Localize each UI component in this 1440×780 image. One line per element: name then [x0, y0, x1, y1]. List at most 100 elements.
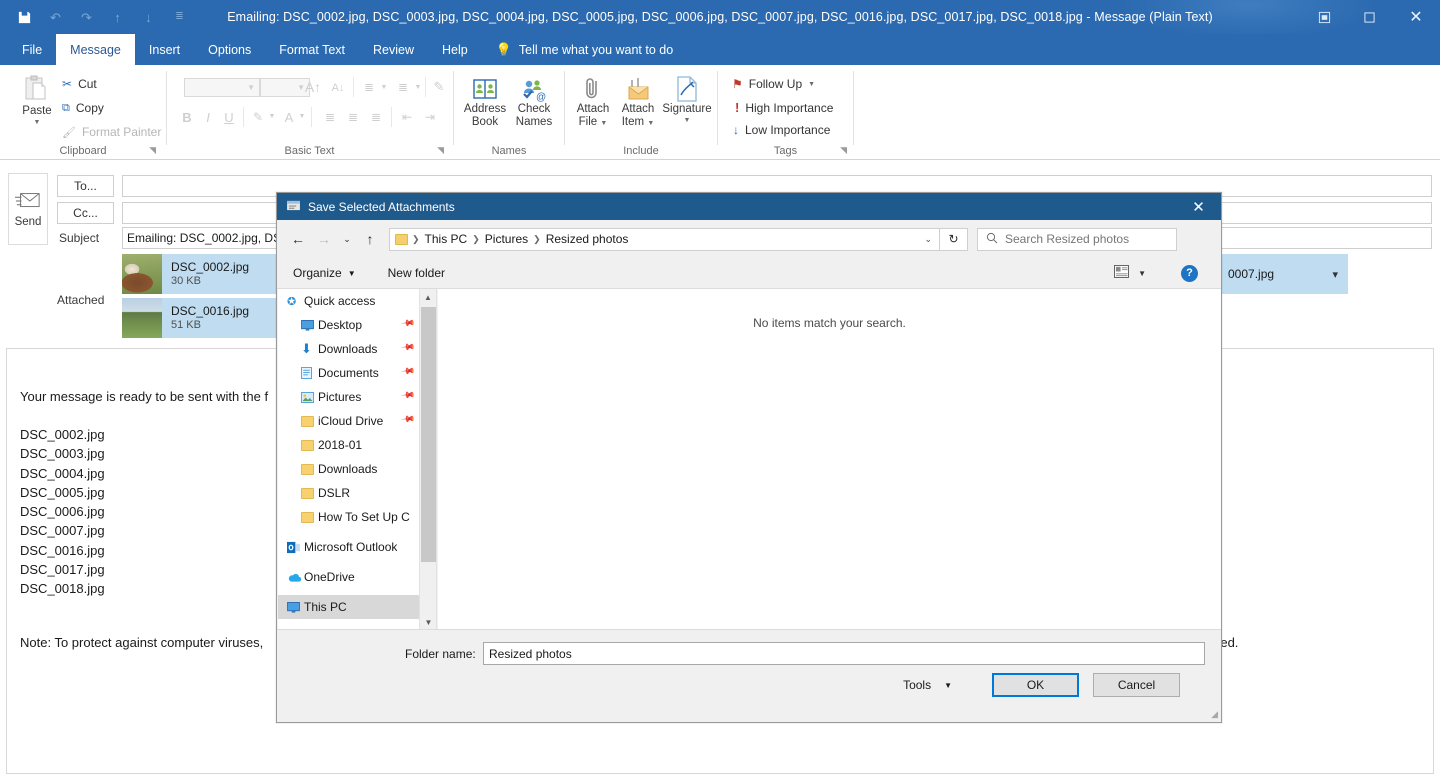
tab-file[interactable]: File [8, 34, 56, 65]
new-folder-button[interactable]: New folder [388, 266, 445, 280]
chevron-down-icon[interactable]: ▼ [647, 120, 654, 127]
chevron-down-icon[interactable]: ▼ [600, 120, 607, 127]
tab-message[interactable]: Message [56, 34, 135, 65]
tab-options[interactable]: Options [194, 34, 265, 65]
tab-insert[interactable]: Insert [135, 34, 194, 65]
close-button[interactable]: ✕ [1392, 0, 1440, 34]
cut-button[interactable]: ✂ Cut [62, 77, 97, 91]
copy-button[interactable]: ⧉ Copy [62, 101, 104, 115]
shrink-font-icon[interactable]: A↓ [327, 79, 349, 97]
scroll-up-icon[interactable]: ▲ [420, 289, 436, 306]
dialog-navigation-pane[interactable]: ✪ Quick access Desktop 📌 ⬇ Downloads 📌 D… [278, 289, 420, 631]
sidebar-item-icloud-drive[interactable]: iCloud Drive 📌 [278, 409, 419, 433]
pin-icon[interactable]: 📌 [400, 411, 419, 430]
change-view-icon[interactable] [1114, 265, 1130, 281]
numbering-caret-icon[interactable]: ▼ [413, 81, 423, 93]
chevron-down-icon[interactable]: ▼ [684, 117, 691, 124]
highlight-caret-icon[interactable]: ▼ [267, 110, 277, 122]
next-item-icon[interactable]: ↓ [134, 3, 163, 31]
numbering-icon[interactable]: ≣ [391, 78, 415, 96]
up-button[interactable]: ↑ [357, 226, 383, 252]
refresh-button[interactable]: ↻ [940, 227, 968, 251]
sidebar-item-onedrive[interactable]: OneDrive [278, 565, 419, 589]
grow-font-icon[interactable]: A↑ [301, 77, 325, 97]
tags-dialog-launcher[interactable]: ◥ [840, 145, 847, 156]
sidebar-item-2018-01[interactable]: 2018-01 [278, 433, 419, 457]
clipboard-dialog-launcher[interactable]: ◥ [149, 145, 156, 156]
basic-text-dialog-launcher[interactable]: ◥ [437, 145, 444, 156]
view-caret-icon[interactable]: ▼ [1138, 269, 1146, 278]
bullets-caret-icon[interactable]: ▼ [379, 81, 389, 93]
chevron-down-icon[interactable]: ▼ [808, 81, 815, 88]
align-right-icon[interactable]: ≣ [365, 107, 387, 127]
scrollbar-thumb[interactable] [421, 307, 436, 562]
tools-button[interactable]: Tools ▼ [903, 678, 952, 692]
dialog-close-button[interactable]: ✕ [1176, 193, 1221, 220]
sidebar-item-this-pc[interactable]: This PC [278, 595, 419, 619]
search-input[interactable]: Search Resized photos [977, 227, 1177, 251]
breadcrumb-pictures[interactable]: Pictures [481, 232, 532, 246]
paste-button[interactable]: Paste ▼ [8, 75, 66, 126]
maximize-button[interactable] [1347, 0, 1392, 34]
bold-button[interactable]: B [177, 107, 197, 127]
save-icon[interactable] [10, 3, 39, 31]
increase-indent-icon[interactable]: ⇥ [418, 107, 442, 127]
font-color-icon[interactable]: A [279, 107, 299, 127]
low-importance-button[interactable]: ↓ Low Importance [732, 123, 830, 137]
recent-locations-button[interactable]: ⌄ [337, 226, 357, 252]
high-importance-button[interactable]: ! High Importance [732, 100, 833, 115]
text-highlight-color-icon[interactable]: ✎ [247, 107, 269, 127]
follow-up-button[interactable]: ⚑ Follow Up ▼ [732, 77, 815, 91]
align-center-icon[interactable]: ≣ [342, 107, 364, 127]
help-button[interactable]: ? [1181, 264, 1198, 282]
ok-button[interactable]: OK [992, 673, 1079, 697]
resize-grip[interactable]: ◢ [1211, 709, 1218, 720]
pin-icon[interactable]: 📌 [400, 387, 419, 406]
attach-file-button[interactable]: Attach File ▼ [568, 75, 618, 130]
sidebar-item-desktop[interactable]: Desktop 📌 [278, 313, 419, 337]
tell-me-box[interactable]: 💡 Tell me what you want to do [482, 34, 673, 65]
address-book-button[interactable]: Address Book [459, 77, 511, 128]
pin-icon[interactable]: 📌 [400, 363, 419, 382]
cancel-button[interactable]: Cancel [1093, 673, 1180, 697]
chevron-down-icon[interactable]: ▼ [34, 119, 41, 126]
font-family-select[interactable]: ▼ [184, 78, 260, 97]
customize-quick-access-toolbar-icon[interactable]: ≣ [165, 3, 194, 31]
previous-item-icon[interactable]: ↑ [103, 3, 132, 31]
file-list-pane[interactable]: No items match your search. [438, 289, 1221, 631]
attachment-chip-2[interactable]: DSC_0016.jpg 51 KB [122, 298, 280, 338]
align-left-icon[interactable]: ≣ [319, 107, 341, 127]
breadcrumb[interactable]: ❯ This PC ❯ Pictures ❯ Resized photos ⌄ [389, 227, 940, 251]
pin-icon[interactable]: 📌 [400, 339, 419, 358]
italic-button[interactable]: I [198, 107, 218, 127]
tab-format-text[interactable]: Format Text [265, 34, 359, 65]
check-names-button[interactable]: @ Check Names [508, 77, 560, 128]
font-color-caret-icon[interactable]: ▼ [297, 110, 307, 122]
organize-button[interactable]: Organize ▼ [293, 266, 356, 280]
to-button[interactable]: To... [57, 175, 114, 197]
sidebar-item-dslr[interactable]: DSLR [278, 481, 419, 505]
sidebar-item-documents[interactable]: Documents 📌 [278, 361, 419, 385]
sidebar-item-quick-access[interactable]: ✪ Quick access [278, 289, 419, 313]
breadcrumb-dropdown-icon[interactable]: ⌄ [924, 234, 937, 245]
chevron-down-icon[interactable]: ▾ [1332, 268, 1338, 281]
tab-review[interactable]: Review [359, 34, 428, 65]
sidebar-item-downloads[interactable]: ⬇ Downloads 📌 [278, 337, 419, 361]
clear-formatting-icon[interactable]: ✎ [429, 77, 449, 97]
send-button[interactable]: Send [8, 173, 48, 245]
tab-help[interactable]: Help [428, 34, 482, 65]
restore-down-button[interactable] [1302, 0, 1347, 34]
redo-icon[interactable]: ↷ [72, 3, 101, 31]
undo-icon[interactable]: ↶ [41, 3, 70, 31]
breadcrumb-resized-photos[interactable]: Resized photos [542, 232, 633, 246]
attachment-chip-3[interactable]: 0007.jpg ▾ [1222, 254, 1348, 294]
decrease-indent-icon[interactable]: ⇤ [395, 107, 419, 127]
folder-name-input[interactable]: Resized photos [483, 642, 1205, 665]
cc-button[interactable]: Cc... [57, 202, 114, 224]
underline-button[interactable]: U [219, 107, 239, 127]
sidebar-item-microsoft-outlook[interactable]: Microsoft Outlook [278, 535, 419, 559]
signature-button[interactable]: Signature ▼ [661, 75, 713, 124]
sidebar-item-how-to-set-up[interactable]: How To Set Up C [278, 505, 419, 529]
bullets-icon[interactable]: ≣ [357, 78, 381, 96]
sidebar-item-downloads-folder[interactable]: Downloads [278, 457, 419, 481]
